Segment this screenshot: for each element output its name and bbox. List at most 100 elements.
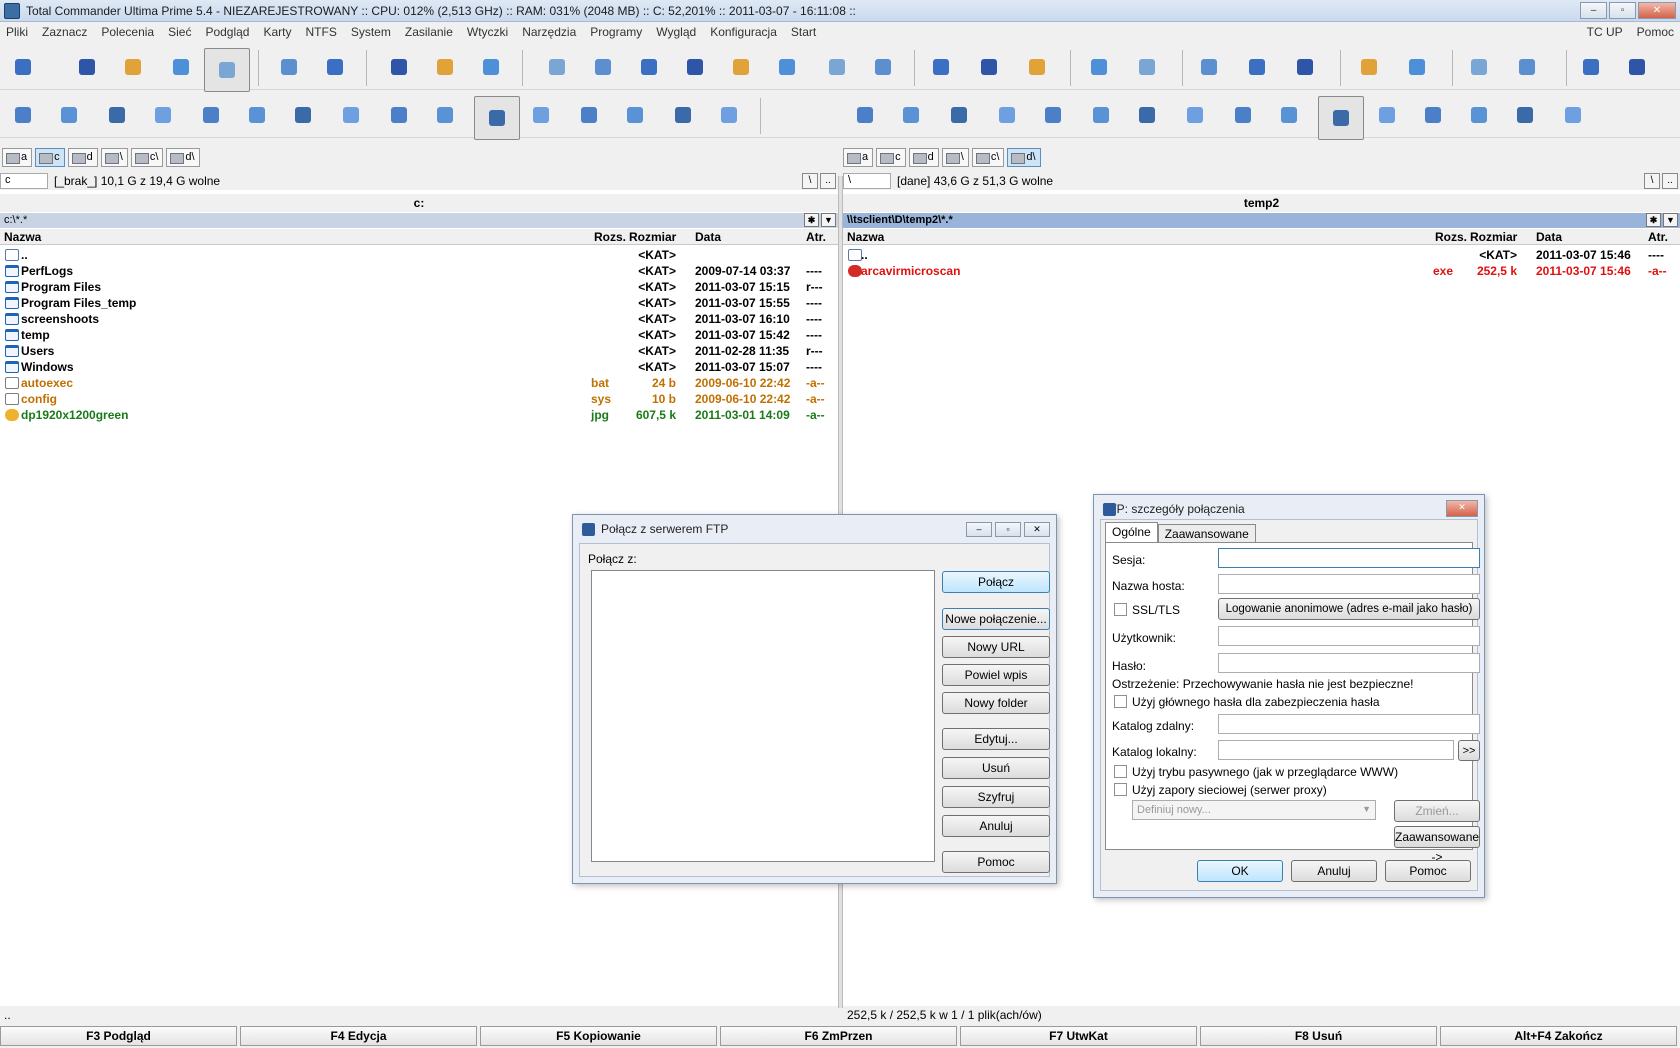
right-drive-d[interactable]: d	[908, 148, 939, 167]
passive-mode-checkbox[interactable]	[1114, 765, 1127, 778]
right-root-button[interactable]: \	[1644, 173, 1660, 189]
right-hotlist-icon[interactable]: ▼	[1663, 213, 1678, 227]
tab2-r-icon[interactable]	[1374, 102, 1400, 128]
left-drive-select[interactable]: c	[0, 173, 48, 189]
tools-icon[interactable]	[386, 54, 412, 80]
edit-button[interactable]: Edytuj...	[942, 728, 1050, 750]
new-folder-button[interactable]: Nowy folder	[942, 692, 1050, 714]
right-drive-c-share[interactable]: c\	[971, 148, 1005, 167]
left-hotlist-icon[interactable]: ▼	[821, 213, 836, 227]
globe-icon[interactable]	[1086, 54, 1112, 80]
f5-copy-button[interactable]: F5 Kopiowanie	[480, 1026, 717, 1046]
left-row[interactable]: Program Files <KAT> 2011-03-07 15:15 r---	[0, 279, 838, 295]
left-drive-a[interactable]: a	[2, 148, 33, 167]
grid-icon[interactable]	[1466, 54, 1492, 80]
detail-view-icon[interactable]	[322, 54, 348, 80]
trash-icon[interactable]	[478, 54, 504, 80]
book-icon[interactable]	[120, 54, 146, 80]
flag-icon[interactable]	[1404, 54, 1430, 80]
ftp-details-close-button[interactable]: ✕	[1446, 500, 1478, 517]
ftp-connect-minimize-button[interactable]: –	[966, 522, 992, 537]
sync-left-icon[interactable]	[150, 102, 176, 128]
back-icon[interactable]	[10, 102, 36, 128]
left-drive-c[interactable]: c	[35, 148, 65, 167]
left-row[interactable]: temp <KAT> 2011-03-07 15:42 ----	[0, 327, 838, 343]
menu-ntfs[interactable]: NTFS	[306, 25, 337, 39]
right-drive-c[interactable]: c	[876, 148, 906, 167]
tab5-r-icon[interactable]	[1512, 102, 1538, 128]
left-row[interactable]: Program Files_temp <KAT> 2011-03-07 15:55 -…	[0, 295, 838, 311]
filter-r-icon[interactable]	[1088, 102, 1114, 128]
left-root-button[interactable]: \	[802, 173, 818, 189]
cut-icon[interactable]	[432, 102, 458, 128]
delete-button[interactable]: Usuń	[942, 757, 1050, 779]
grid-red-icon[interactable]	[1514, 54, 1540, 80]
forward-r-icon[interactable]	[898, 102, 924, 128]
globe2-icon[interactable]	[1134, 54, 1160, 80]
menu-programy[interactable]: Programy	[590, 25, 642, 39]
f6-move-button[interactable]: F6 ZmPrzen	[720, 1026, 957, 1046]
change-proxy-button[interactable]: Zmień...	[1394, 800, 1480, 822]
connection-list[interactable]	[591, 570, 935, 862]
menu-pomoc[interactable]: Pomoc	[1637, 25, 1674, 39]
tab4-r-icon[interactable]	[1466, 102, 1492, 128]
remote-dir-input[interactable]	[1218, 714, 1480, 734]
left-col-attr[interactable]: Atr.	[806, 230, 826, 244]
menu-zasilanie[interactable]: Zasilanie	[405, 25, 453, 39]
left-row[interactable]: screenshoots <KAT> 2011-03-07 16:10 ----	[0, 311, 838, 327]
left-drive-d-share[interactable]: d\	[166, 148, 200, 167]
star-burst-r-icon[interactable]	[1040, 102, 1066, 128]
play-r-icon[interactable]	[1230, 102, 1256, 128]
power-icon[interactable]	[1578, 54, 1604, 80]
left-col-size[interactable]: Rozmiar	[629, 230, 676, 244]
image-icon[interactable]	[432, 54, 458, 80]
right-row[interactable]: .. <KAT> 2011-03-07 15:46 ----	[843, 247, 1680, 263]
gear-orange-icon[interactable]	[928, 54, 954, 80]
password-input[interactable]	[1218, 653, 1480, 673]
sync-icon[interactable]	[636, 54, 662, 80]
browse-local-button[interactable]: >>	[1458, 740, 1480, 761]
left-drive-c-share[interactable]: c\	[130, 148, 164, 167]
favorite-icon[interactable]	[338, 102, 364, 128]
copy-icon[interactable]	[682, 54, 708, 80]
host-input[interactable]	[1218, 574, 1480, 594]
right-row[interactable]: arcavirmicroscan exe 252,5 k 2011-03-07 15:…	[843, 263, 1680, 279]
right-col-name[interactable]: Nazwa	[847, 230, 884, 244]
right-col-size[interactable]: Rozmiar	[1470, 230, 1517, 244]
help-button[interactable]: Pomoc	[942, 851, 1050, 873]
master-password-checkbox[interactable]	[1114, 695, 1127, 708]
f8-delete-button[interactable]: F8 Usuń	[1200, 1026, 1437, 1046]
tab2-icon[interactable]	[528, 102, 554, 128]
tab4-icon[interactable]	[622, 102, 648, 128]
maximize-button[interactable]: ▫	[1609, 2, 1636, 19]
tab-icon[interactable]	[474, 96, 520, 140]
details-cancel-button[interactable]: Anuluj	[1291, 860, 1377, 882]
tab5-icon[interactable]	[670, 102, 696, 128]
menu-podglad[interactable]: Podgląd	[205, 25, 249, 39]
right-drive-a[interactable]: a	[843, 148, 874, 167]
tab3-icon[interactable]	[576, 102, 602, 128]
right-drive-network[interactable]: \	[941, 148, 969, 167]
menu-polecenia[interactable]: Polecenia	[101, 25, 154, 39]
left-row[interactable]: PerfLogs <KAT> 2009-07-14 03:37 ----	[0, 263, 838, 279]
left-drive-d[interactable]: d	[67, 148, 98, 167]
list-view-icon[interactable]	[276, 54, 302, 80]
proxy-select[interactable]: Definiuj nowy... ▼	[1132, 800, 1376, 820]
cut-r-icon[interactable]	[1276, 102, 1302, 128]
menu-konfiguracja[interactable]: Konfiguracja	[710, 25, 777, 39]
chart-icon[interactable]	[1356, 54, 1382, 80]
tab-advanced[interactable]: Zaawansowane	[1157, 524, 1256, 543]
right-path-bar[interactable]: \\tsclient\D\temp2\*.* ✱ ▼	[843, 213, 1680, 228]
left-row[interactable]: Windows <KAT> 2011-03-07 15:07 ----	[0, 359, 838, 375]
ssl-checkbox[interactable]	[1114, 603, 1127, 616]
details-help-button[interactable]: Pomoc	[1385, 860, 1471, 882]
menu-narzedzia[interactable]: Narzędzia	[522, 25, 576, 39]
right-col-ext[interactable]: Rozs.	[1435, 230, 1467, 244]
f7-mkdir-button[interactable]: F7 UtwKat	[960, 1026, 1197, 1046]
frame-icon[interactable]	[544, 54, 570, 80]
cancel-button[interactable]: Anuluj	[942, 815, 1050, 837]
compare-icon[interactable]	[590, 54, 616, 80]
left-row[interactable]: dp1920x1200green jpg 607,5 k 2011-03-01 14:…	[0, 407, 838, 423]
network-icon[interactable]	[74, 54, 100, 80]
menu-wyglad[interactable]: Wygląd	[656, 25, 696, 39]
